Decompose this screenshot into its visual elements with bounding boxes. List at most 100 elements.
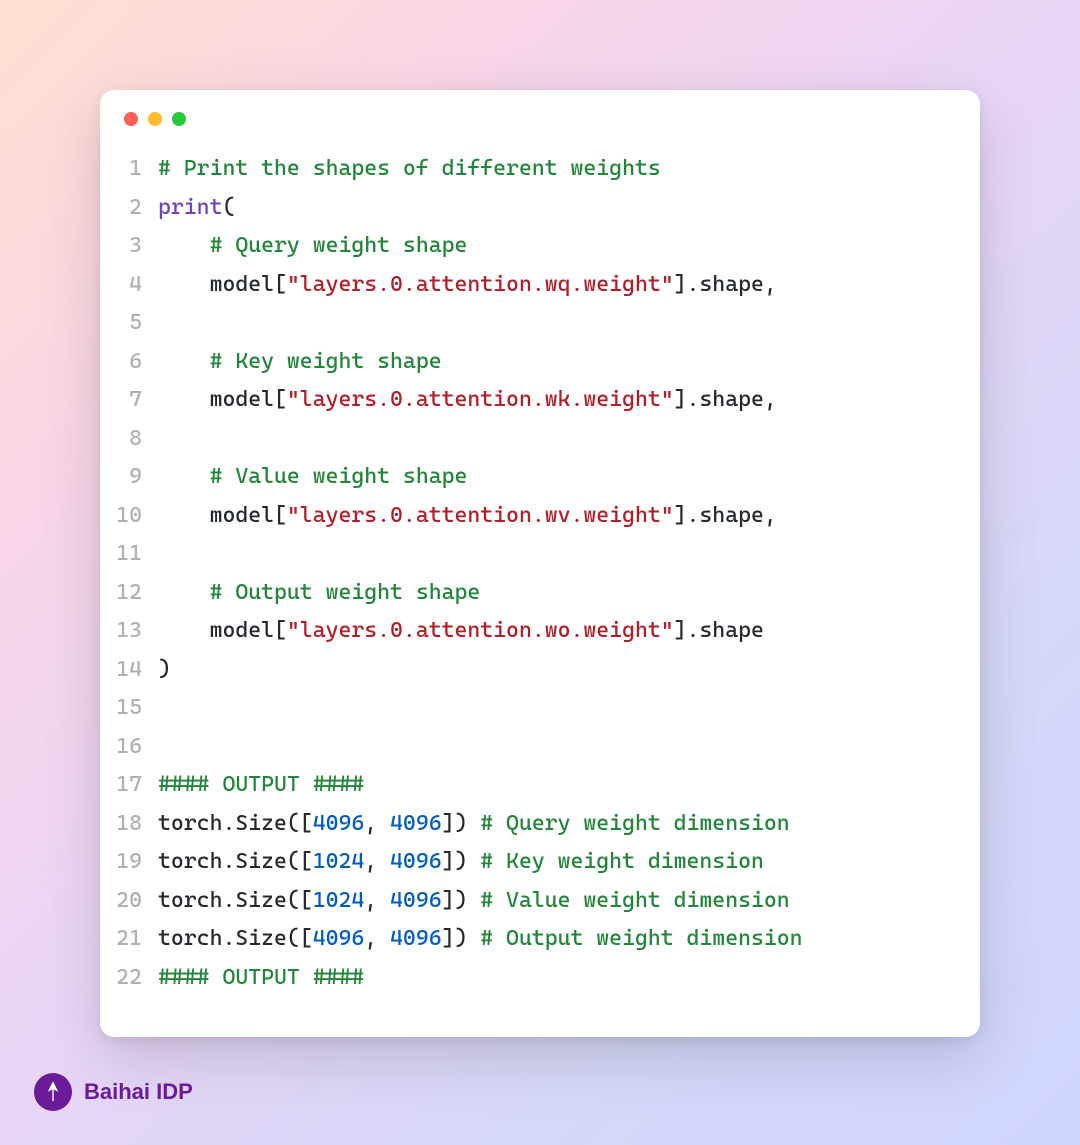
- line-number: 14: [108, 651, 158, 690]
- code-window: 1# Print the shapes of different weights…: [100, 90, 980, 1037]
- token-comment: # Value weight dimension: [480, 888, 789, 913]
- brand-name: Baihai IDP: [84, 1079, 193, 1105]
- token-number: 4096: [390, 888, 442, 913]
- code-line: 20torch.Size([1024, 4096]) # Value weigh…: [108, 882, 956, 921]
- token-default: ].shape: [674, 618, 764, 643]
- code-line: 12 # Output weight shape: [108, 574, 956, 613]
- token-number: 4096: [390, 926, 442, 951]
- token-default: ].shape,: [674, 272, 777, 297]
- line-number: 15: [108, 689, 158, 728]
- code-line: 22#### OUTPUT ####: [108, 959, 956, 998]
- close-icon[interactable]: [124, 112, 138, 126]
- token-comment: # Output weight dimension: [480, 926, 802, 951]
- token-default: torch.Size([: [158, 888, 313, 913]
- token-default: [158, 580, 210, 605]
- token-string: "layers.0.attention.wk.weight": [287, 387, 674, 412]
- token-comment: # Query weight dimension: [480, 811, 789, 836]
- code-line: 6 # Key weight shape: [108, 343, 956, 382]
- token-func: print: [158, 195, 222, 220]
- token-number: 1024: [313, 849, 365, 874]
- line-number: 18: [108, 805, 158, 844]
- token-comment: #### OUTPUT ####: [158, 772, 364, 797]
- token-default: ].shape,: [674, 387, 777, 412]
- token-default: torch.Size([: [158, 811, 313, 836]
- line-content: torch.Size([4096, 4096]) # Output weight…: [158, 920, 803, 959]
- code-line: 21torch.Size([4096, 4096]) # Output weig…: [108, 920, 956, 959]
- line-content: torch.Size([4096, 4096]) # Query weight …: [158, 805, 790, 844]
- line-content: print(: [158, 189, 235, 228]
- line-content: torch.Size([1024, 4096]) # Value weight …: [158, 882, 790, 921]
- line-number: 19: [108, 843, 158, 882]
- line-number: 22: [108, 959, 158, 998]
- line-number: 2: [108, 189, 158, 228]
- token-comment: # Key weight shape: [210, 349, 442, 374]
- token-number: 4096: [313, 811, 365, 836]
- token-comment: # Output weight shape: [210, 580, 481, 605]
- token-default: ,: [364, 926, 390, 951]
- code-line: 17#### OUTPUT ####: [108, 766, 956, 805]
- token-default: torch.Size([: [158, 849, 313, 874]
- minimize-icon[interactable]: [148, 112, 162, 126]
- token-string: "layers.0.attention.wv.weight": [287, 503, 674, 528]
- line-number: 11: [108, 535, 158, 574]
- code-line: 5: [108, 304, 956, 343]
- line-number: 21: [108, 920, 158, 959]
- token-default: model[: [158, 503, 287, 528]
- maximize-icon[interactable]: [172, 112, 186, 126]
- code-line: 13 model["layers.0.attention.wo.weight"]…: [108, 612, 956, 651]
- token-default: [158, 233, 210, 258]
- code-line: 1# Print the shapes of different weights: [108, 150, 956, 189]
- token-punct: ): [158, 657, 171, 682]
- token-number: 4096: [313, 926, 365, 951]
- token-default: ,: [364, 811, 390, 836]
- line-content: # Value weight shape: [158, 458, 467, 497]
- code-block: 1# Print the shapes of different weights…: [100, 136, 980, 1007]
- code-line: 4 model["layers.0.attention.wq.weight"].…: [108, 266, 956, 305]
- line-number: 13: [108, 612, 158, 651]
- line-number: 6: [108, 343, 158, 382]
- line-number: 16: [108, 728, 158, 767]
- token-default: model[: [158, 618, 287, 643]
- line-number: 9: [108, 458, 158, 497]
- line-number: 20: [108, 882, 158, 921]
- code-line: 16: [108, 728, 956, 767]
- token-comment: # Key weight dimension: [480, 849, 764, 874]
- token-comment: #### OUTPUT ####: [158, 965, 364, 990]
- token-default: ]): [442, 926, 481, 951]
- line-content: # Query weight shape: [158, 227, 467, 266]
- line-number: 8: [108, 420, 158, 459]
- code-line: 7 model["layers.0.attention.wk.weight"].…: [108, 381, 956, 420]
- code-line: 15: [108, 689, 956, 728]
- line-number: 10: [108, 497, 158, 536]
- line-content: model["layers.0.attention.wq.weight"].sh…: [158, 266, 777, 305]
- token-default: torch.Size([: [158, 926, 313, 951]
- line-number: 1: [108, 150, 158, 189]
- line-content: model["layers.0.attention.wv.weight"].sh…: [158, 497, 777, 536]
- line-content: # Output weight shape: [158, 574, 480, 613]
- brand-logo-icon: [34, 1073, 72, 1111]
- brand: Baihai IDP: [34, 1073, 193, 1111]
- token-comment: # Value weight shape: [210, 464, 468, 489]
- titlebar: [100, 90, 980, 136]
- token-number: 1024: [313, 888, 365, 913]
- token-default: ]): [442, 888, 481, 913]
- code-line: 18torch.Size([4096, 4096]) # Query weigh…: [108, 805, 956, 844]
- line-number: 12: [108, 574, 158, 613]
- code-line: 2print(: [108, 189, 956, 228]
- token-default: model[: [158, 387, 287, 412]
- token-number: 4096: [390, 811, 442, 836]
- token-number: 4096: [390, 849, 442, 874]
- token-default: ,: [364, 888, 390, 913]
- line-content: ): [158, 651, 171, 690]
- token-default: ].shape,: [674, 503, 777, 528]
- line-content: # Print the shapes of different weights: [158, 150, 661, 189]
- line-number: 3: [108, 227, 158, 266]
- line-number: 4: [108, 266, 158, 305]
- token-default: ,: [364, 849, 390, 874]
- token-default: [158, 464, 210, 489]
- code-line: 3 # Query weight shape: [108, 227, 956, 266]
- line-number: 5: [108, 304, 158, 343]
- code-line: 10 model["layers.0.attention.wv.weight"]…: [108, 497, 956, 536]
- code-line: 14): [108, 651, 956, 690]
- token-default: model[: [158, 272, 287, 297]
